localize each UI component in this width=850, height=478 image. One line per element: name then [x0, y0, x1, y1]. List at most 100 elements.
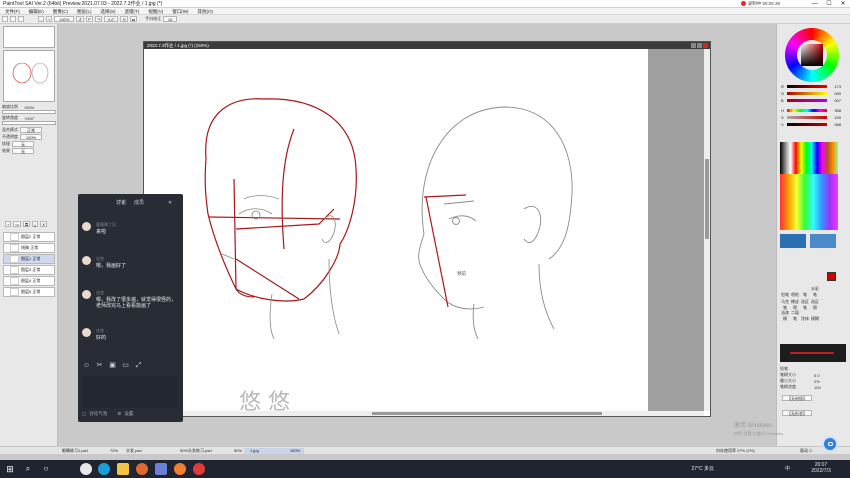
slider-r[interactable]: R 173	[781, 84, 847, 89]
rotate-reset-button[interactable]: ⟲	[120, 16, 128, 22]
slider-track[interactable]	[787, 92, 827, 96]
horizontal-scrollbar[interactable]	[144, 411, 704, 416]
drawing-canvas[interactable]: 颈前 悠 悠	[144, 49, 648, 411]
chat-input[interactable]	[82, 376, 178, 408]
tool-button[interactable]: 喷枪	[790, 292, 800, 299]
netease-music-icon[interactable]	[193, 463, 205, 475]
image-icon[interactable]: ▣	[108, 362, 117, 370]
layer-item[interactable]: 线稿 正常	[3, 243, 55, 253]
settings-link[interactable]: 设置	[124, 411, 133, 417]
tool-button[interactable]: 涂抹	[800, 316, 810, 323]
zoom-in-button[interactable]: +	[46, 16, 53, 22]
tool-button[interactable]: 笔	[800, 292, 810, 299]
color-wheel[interactable]	[785, 28, 839, 82]
menu-file[interactable]: 文件(F)	[5, 8, 20, 15]
stabilizer-select[interactable]: 15	[163, 16, 178, 22]
edge-icon[interactable]	[98, 463, 110, 475]
texture-select[interactable]: 【无材质】	[782, 394, 812, 401]
menu-window[interactable]: 窗口(W)	[172, 8, 188, 15]
slider-g[interactable]: G 000	[781, 91, 847, 96]
invert-selection-button[interactable]	[18, 16, 24, 22]
file-tab[interactable]: 头发练习.psd 50%	[188, 448, 242, 454]
tool-button[interactable]: 铅笔	[780, 292, 790, 299]
brush-size-value[interactable]: 5.0	[814, 373, 820, 378]
file-tab[interactable]: 头发.psd 50%	[126, 448, 188, 454]
tool-button[interactable]: 选区笔	[800, 299, 810, 310]
navigator-preview[interactable]	[3, 50, 55, 102]
tool-button[interactable]: 二值笔	[790, 310, 800, 321]
minimize-button[interactable]: —	[808, 0, 822, 8]
tool-button[interactable]: 模糊	[810, 316, 820, 323]
new-layer-button[interactable]: +	[5, 221, 12, 227]
menu-other[interactable]: 其他(O)	[198, 8, 214, 15]
opacity-value[interactable]: 100%	[20, 133, 42, 140]
canvas-maximize-button[interactable]	[697, 43, 702, 48]
slider-track[interactable]	[787, 99, 827, 103]
canvas-minimize-button[interactable]	[691, 43, 696, 48]
tool-button[interactable]: 马克笔	[780, 299, 790, 310]
fullscreen-icon[interactable]: ⤢	[134, 362, 143, 370]
scissors-icon[interactable]: ✂	[95, 362, 104, 370]
chat-float-button[interactable]	[822, 436, 838, 452]
angle-value[interactable]: 0.0°	[104, 16, 119, 22]
menu-image[interactable]: 图像(C)	[53, 8, 68, 15]
menu-filter[interactable]: 滤镜(T)	[125, 8, 140, 15]
slider-track[interactable]	[787, 85, 827, 89]
tab-members[interactable]: 成员	[134, 198, 144, 208]
horizontal-scroll-thumb[interactable]	[372, 412, 602, 415]
foreground-color[interactable]	[827, 272, 836, 281]
blend-mode-select[interactable]: 正常	[20, 126, 42, 133]
slider-track[interactable]	[787, 109, 827, 113]
texture-select[interactable]: 无	[12, 140, 34, 147]
min-size-value[interactable]: 0%	[814, 379, 820, 384]
zoom-slider[interactable]	[2, 110, 56, 114]
layer-item[interactable]: 图层2 正常	[3, 232, 55, 242]
tool-button[interactable]: 橡皮擦	[790, 299, 800, 310]
shape-select[interactable]: 【无形状】	[782, 409, 812, 416]
rotate-right-button[interactable]: ↷	[95, 16, 103, 22]
effect-select[interactable]: 无	[12, 147, 34, 154]
search-icon[interactable]: ⌕	[22, 463, 34, 475]
paint-tool-sai-icon[interactable]	[155, 463, 167, 475]
file-tab[interactable]: 眼睛练习1.psd 70%	[62, 448, 118, 454]
tool-button[interactable]: 油漆桶	[780, 310, 790, 321]
select-all-button[interactable]	[2, 16, 8, 22]
app-icon[interactable]	[136, 463, 148, 475]
rotate-slider[interactable]	[2, 121, 56, 125]
maximize-button[interactable]: ☐	[822, 0, 836, 8]
bubble-toggle[interactable]: 讨论气泡	[89, 411, 107, 417]
layer-item[interactable]: 图层3 正常	[3, 265, 55, 275]
tool-button[interactable]: 水彩笔	[810, 286, 820, 297]
rotate-left-button[interactable]: ↶	[85, 16, 94, 22]
zoom-out-button[interactable]: -	[38, 16, 44, 22]
close-button[interactable]: ✕	[836, 0, 850, 8]
saturation-value-square[interactable]	[801, 44, 823, 66]
layer-item[interactable]: 图层5 正常	[3, 287, 55, 297]
input-language[interactable]: 中	[785, 465, 790, 472]
color-spectrum[interactable]	[780, 174, 838, 230]
task-view-icon[interactable]: ○	[40, 463, 52, 475]
file-explorer-icon[interactable]	[117, 463, 129, 475]
canvas-close-button[interactable]	[703, 43, 708, 48]
delete-layer-button[interactable]: ✕	[39, 221, 48, 227]
new-folder-button[interactable]: ▭	[13, 221, 22, 227]
recording-indicator[interactable]: 录制中 00:06:38	[740, 0, 780, 8]
layer-item[interactable]: 图层4 正常	[3, 276, 55, 286]
layer-item[interactable]: 图层1 正常	[3, 254, 55, 264]
slider-s[interactable]: S 100	[781, 115, 847, 120]
menu-edit[interactable]: 编辑(E)	[29, 8, 44, 15]
zoom-reset-button[interactable]: ↺	[76, 16, 84, 22]
copy-layer-button[interactable]: ⧉	[23, 221, 30, 227]
file-tab-active[interactable]: 1.jpg 150%	[244, 448, 304, 454]
merge-layer-button[interactable]: ⤓	[31, 221, 38, 227]
tool-button[interactable]: 选区擦	[810, 299, 820, 310]
windows-start-icon[interactable]: ⊞	[4, 463, 16, 475]
navigator-thumbnail[interactable]	[3, 26, 55, 48]
scratchpad-swatch[interactable]	[810, 234, 836, 248]
emoji-icon[interactable]: ☺	[82, 362, 91, 370]
menu-view[interactable]: 视图(V)	[148, 8, 163, 15]
deselect-button[interactable]	[10, 16, 16, 22]
weather-widget[interactable]: 27°C 多云	[691, 465, 714, 472]
tab-discussion[interactable]: 讨论	[116, 198, 126, 208]
slider-track[interactable]	[787, 116, 827, 120]
